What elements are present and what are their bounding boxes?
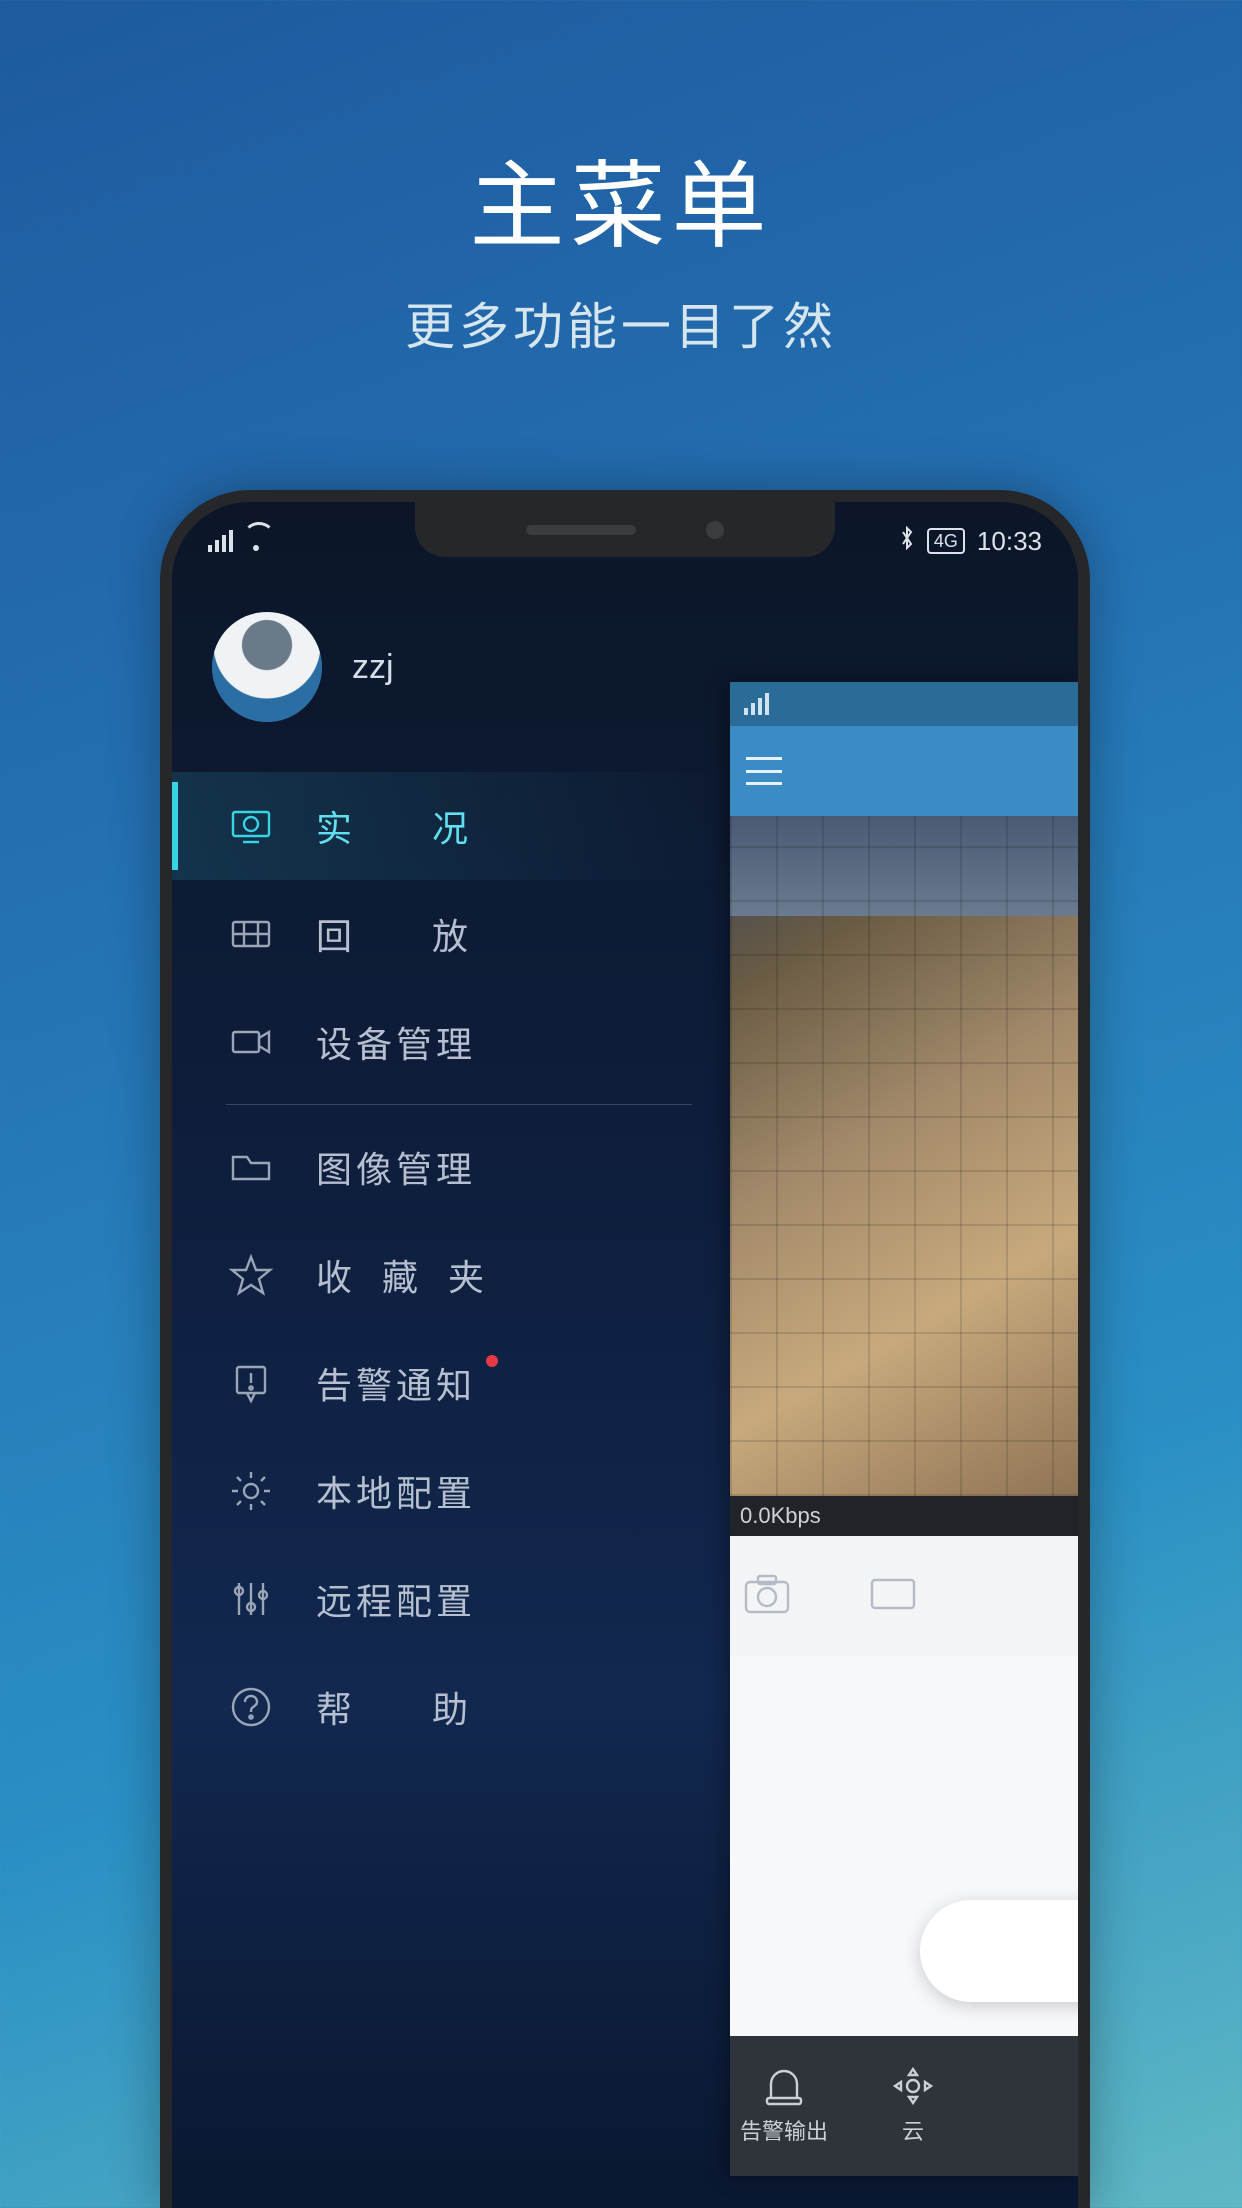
network-badge: 4G — [927, 528, 965, 554]
promo-heading: 主菜单 更多功能一目了然 — [0, 130, 1242, 359]
promo-subtitle: 更多功能一目了然 — [405, 287, 837, 359]
menu-icon[interactable] — [746, 757, 782, 785]
profile-section[interactable]: zzj — [212, 612, 394, 722]
preview-bottom-tabs: 告警输出 云 — [730, 2036, 1078, 2176]
menu-item-fav[interactable]: 收 藏 夹 — [172, 1221, 732, 1329]
phone-screen: 4G 10:33 zzj 实 况回 放设备管理图像管理收 藏 夹告警通知本地配置… — [172, 502, 1078, 2208]
bluetooth-icon — [899, 526, 915, 557]
preview-tab-alarm-out[interactable]: 告警输出 — [740, 2066, 828, 2146]
snapshot-icon[interactable] — [744, 1574, 790, 1619]
preview-tab-label: 告警输出 — [740, 2114, 828, 2146]
menu-divider — [226, 1104, 692, 1105]
signal-icon — [744, 693, 769, 715]
preview-blank — [730, 1656, 1078, 2036]
gear-icon — [226, 1466, 276, 1516]
menu-item-label: 实 况 — [316, 800, 490, 852]
preview-panel: 0.0Kbps 告警输出 云 — [730, 682, 1078, 2176]
preview-toolbar — [730, 1536, 1078, 1656]
phone-notch — [415, 502, 835, 557]
menu-item-images[interactable]: 图像管理 — [172, 1113, 732, 1221]
sliders-icon — [226, 1574, 276, 1624]
main-menu: 实 况回 放设备管理图像管理收 藏 夹告警通知本地配置远程配置帮 助 — [172, 772, 732, 1761]
preview-header — [730, 726, 1078, 816]
floating-button[interactable] — [920, 1900, 1078, 2002]
signal-icon — [208, 530, 233, 552]
menu-item-alarm[interactable]: 告警通知 — [172, 1329, 732, 1437]
feed-bitrate: 0.0Kbps — [730, 1496, 1078, 1536]
phone-frame: 4G 10:33 zzj 实 况回 放设备管理图像管理收 藏 夹告警通知本地配置… — [160, 490, 1090, 2208]
status-time: 10:33 — [977, 526, 1042, 557]
record-icon[interactable] — [870, 1574, 916, 1619]
menu-item-label: 帮 助 — [316, 1681, 490, 1733]
avatar[interactable] — [212, 612, 322, 722]
menu-item-label: 告警通知 — [316, 1357, 476, 1409]
menu-item-label: 设备管理 — [316, 1016, 476, 1068]
preview-tab-label: 云 — [902, 2114, 924, 2146]
help-icon — [226, 1682, 276, 1732]
menu-item-label: 远程配置 — [316, 1573, 476, 1625]
alert-icon — [226, 1358, 276, 1408]
menu-item-devices[interactable]: 设备管理 — [172, 988, 732, 1096]
username: zzj — [352, 648, 394, 687]
preview-tab-ptz[interactable]: 云 — [892, 2066, 934, 2146]
preview-status-bar — [730, 682, 1078, 726]
menu-item-help[interactable]: 帮 助 — [172, 1653, 732, 1761]
star-icon — [226, 1250, 276, 1300]
folder-icon — [226, 1142, 276, 1192]
menu-item-playback[interactable]: 回 放 — [172, 880, 732, 988]
camera-icon — [226, 1017, 276, 1067]
monitor-icon — [226, 801, 276, 851]
promo-title: 主菜单 — [469, 130, 772, 267]
menu-item-live[interactable]: 实 况 — [172, 772, 732, 880]
menu-item-label: 收 藏 夹 — [316, 1249, 494, 1301]
menu-item-remote[interactable]: 远程配置 — [172, 1545, 732, 1653]
notification-dot — [486, 1355, 498, 1367]
menu-item-label: 本地配置 — [316, 1465, 476, 1517]
menu-item-local[interactable]: 本地配置 — [172, 1437, 732, 1545]
film-icon — [226, 909, 276, 959]
menu-item-label: 回 放 — [316, 908, 490, 960]
wifi-icon — [243, 531, 269, 551]
camera-feed[interactable] — [730, 816, 1078, 1496]
menu-item-label: 图像管理 — [316, 1141, 476, 1193]
